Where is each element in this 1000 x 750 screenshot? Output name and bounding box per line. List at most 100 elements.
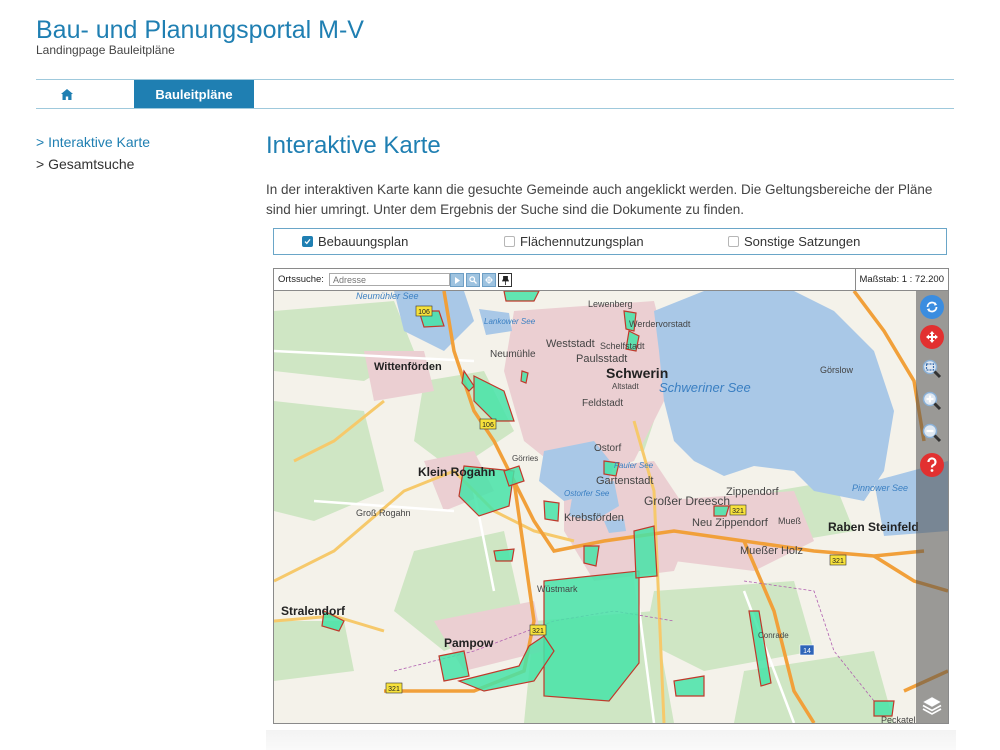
map-label: Klein Rogahn bbox=[418, 465, 495, 479]
interactive-map: Ortssuche: Maßstab: 1 : 72.200 bbox=[273, 268, 949, 724]
map-label: Werdervorstadt bbox=[629, 319, 691, 329]
intro-text: In der interaktiven Karte kann die gesuc… bbox=[266, 182, 933, 217]
map-label: Görslow bbox=[820, 365, 854, 375]
home-icon bbox=[61, 88, 73, 100]
site-title[interactable]: Bau- und Planungsportal M-V bbox=[36, 14, 364, 46]
road-shield-a14: 14 bbox=[799, 644, 815, 656]
map-label: Raben Steinfeld bbox=[828, 520, 919, 534]
map-label: Görries bbox=[512, 454, 538, 463]
map-label: Paulsstadt bbox=[576, 353, 627, 365]
map-canvas[interactable]: 106 106 321 321 321 321 14 Neumühler See… bbox=[274, 291, 948, 723]
filter-sonstige-satzungen[interactable]: Sonstige Satzungen bbox=[728, 234, 860, 249]
help-icon bbox=[927, 457, 937, 472]
map-label: Lankower See bbox=[484, 317, 536, 326]
zoom-out-icon bbox=[922, 423, 942, 443]
map-label: Stralendorf bbox=[281, 604, 346, 618]
map-label: Fauler See bbox=[614, 461, 654, 470]
map-label: Neumühler See bbox=[356, 291, 419, 301]
road-number: 321 bbox=[832, 558, 844, 565]
refresh-button[interactable] bbox=[920, 295, 944, 319]
map-label: Zippendorf bbox=[726, 486, 780, 498]
main-navigation: Bauleitpläne bbox=[36, 79, 954, 109]
road-number: 321 bbox=[532, 628, 544, 635]
map-label: Wüstmark bbox=[537, 584, 578, 594]
road-shield-106: 106 bbox=[479, 418, 497, 430]
plan-type-filter: Bebauungsplan Flächennutzungsplan Sonsti… bbox=[273, 228, 947, 255]
filter-label: Sonstige Satzungen bbox=[744, 234, 861, 249]
map-label: Neumühle bbox=[490, 349, 536, 360]
map-label: Großer Dreesch bbox=[644, 494, 730, 508]
road-number: 14 bbox=[803, 648, 811, 655]
road-shield-106: 106 bbox=[415, 305, 433, 317]
help-button[interactable] bbox=[920, 453, 944, 477]
zoom-extent-button[interactable] bbox=[920, 357, 944, 381]
map-label: Conrade bbox=[758, 631, 789, 640]
map-base: 106 106 321 321 321 321 14 Neumühler See… bbox=[274, 291, 948, 723]
road-shield-321: 321 bbox=[829, 554, 847, 566]
search-button[interactable] bbox=[466, 273, 480, 287]
map-label: Schwerin bbox=[606, 365, 668, 381]
zoom-in-button[interactable] bbox=[920, 389, 944, 413]
filter-label: Bebauungsplan bbox=[318, 234, 409, 249]
sidebar-item-gesamtsuche[interactable]: > Gesamtsuche bbox=[36, 153, 150, 175]
map-label: Neu Zippendorf bbox=[692, 517, 769, 529]
map-label: Feldstadt bbox=[582, 398, 623, 409]
filter-label: Flächennutzungsplan bbox=[520, 234, 644, 249]
road-number: 106 bbox=[482, 422, 494, 429]
map-label: Schweriner See bbox=[659, 380, 751, 395]
map-controls bbox=[916, 291, 948, 723]
layers-button[interactable] bbox=[920, 693, 944, 717]
road-shield-321: 321 bbox=[729, 504, 747, 516]
refresh-icon bbox=[926, 301, 938, 313]
layers-icon bbox=[922, 696, 942, 715]
map-label: Lewenberg bbox=[588, 299, 633, 309]
page-title: Interaktive Karte bbox=[266, 132, 441, 159]
main-content: Interaktive Karte In der interaktiven Ka… bbox=[266, 130, 946, 220]
map-toolbar: Ortssuche: Maßstab: 1 : 72.200 bbox=[274, 269, 948, 291]
checkbox-checked[interactable] bbox=[302, 236, 313, 247]
map-scale: Maßstab: 1 : 72.200 bbox=[854, 269, 949, 290]
zoom-out-button[interactable] bbox=[920, 421, 944, 445]
sidebar-item-interaktive-karte[interactable]: > Interaktive Karte bbox=[36, 131, 150, 153]
filter-bebauungsplan[interactable]: Bebauungsplan bbox=[302, 234, 408, 249]
location-search-label: Ortssuche: bbox=[278, 274, 324, 285]
play-icon bbox=[454, 276, 460, 284]
map-label: Ostorf bbox=[594, 443, 621, 454]
checkbox-unchecked[interactable] bbox=[728, 236, 739, 247]
bottom-shadow bbox=[266, 730, 956, 750]
locate-button[interactable] bbox=[482, 273, 496, 287]
filter-flaechennutzungsplan[interactable]: Flächennutzungsplan bbox=[504, 234, 644, 249]
road-number: 106 bbox=[418, 309, 430, 316]
search-icon bbox=[469, 276, 477, 284]
road-shield-321: 321 bbox=[385, 682, 403, 694]
zoom-in-icon bbox=[922, 391, 942, 411]
map-label: Pinnower See bbox=[852, 483, 908, 493]
check-icon bbox=[304, 238, 311, 245]
map-label: Altstadt bbox=[612, 382, 639, 391]
zoom-extent-icon bbox=[922, 359, 942, 379]
nav-tab-bauleitplaene[interactable]: Bauleitpläne bbox=[134, 80, 254, 108]
map-label: Weststadt bbox=[546, 338, 595, 350]
map-label: Wittenförden bbox=[374, 361, 442, 373]
checkbox-unchecked[interactable] bbox=[504, 236, 515, 247]
site-header: Bau- und Planungsportal M-V Landingpage … bbox=[36, 14, 364, 57]
nav-home-button[interactable] bbox=[36, 80, 98, 108]
map-label: Peckatel bbox=[881, 715, 916, 723]
pan-icon bbox=[926, 331, 938, 343]
pin-button[interactable] bbox=[498, 273, 512, 287]
crosshair-icon bbox=[485, 276, 493, 284]
road-number: 321 bbox=[388, 686, 400, 693]
map-label: Mueßer Holz bbox=[740, 545, 803, 557]
map-label: Pampow bbox=[444, 636, 494, 650]
pin-icon bbox=[501, 275, 509, 285]
location-search-input[interactable] bbox=[329, 273, 450, 286]
map-label: Krebsförden bbox=[564, 512, 624, 524]
sidebar: > Interaktive Karte > Gesamtsuche bbox=[36, 131, 150, 175]
search-go-button[interactable] bbox=[450, 273, 464, 287]
map-label: Gartenstadt bbox=[596, 475, 653, 487]
map-label: Schelfstadt bbox=[600, 341, 645, 351]
road-number: 321 bbox=[732, 508, 744, 515]
map-label: Ostorfer See bbox=[564, 489, 610, 498]
pan-button[interactable] bbox=[920, 325, 944, 349]
road-shield-321: 321 bbox=[529, 624, 547, 636]
